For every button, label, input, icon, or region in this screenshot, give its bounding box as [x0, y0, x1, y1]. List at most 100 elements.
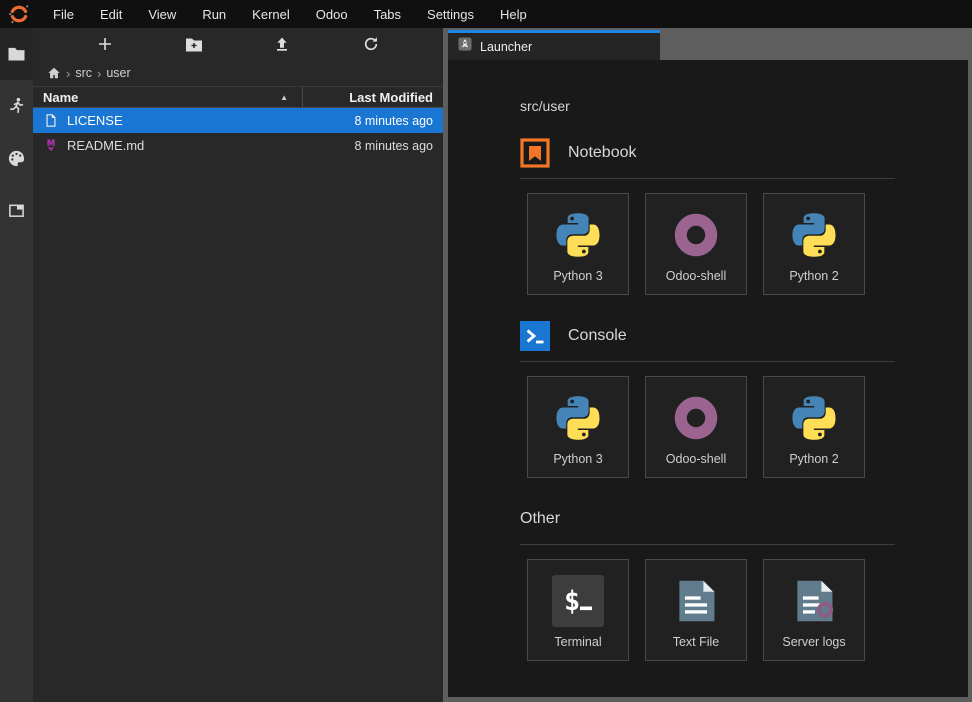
- file-row-license[interactable]: LICENSE8 minutes ago: [33, 108, 443, 133]
- column-name-label: Name: [43, 90, 78, 105]
- file-browser-toolbar: [33, 28, 443, 60]
- file-row-readme.md[interactable]: README.md8 minutes ago: [33, 133, 443, 158]
- menu-help[interactable]: Help: [487, 0, 540, 28]
- tab-bar: Launcher: [448, 30, 968, 60]
- launcher-sections: NotebookPython 3Odoo-shellPython 2Consol…: [520, 138, 968, 661]
- file-list-header: Name ▲ Last Modified: [33, 86, 443, 108]
- plus-icon: [97, 36, 113, 52]
- section-title: Notebook: [568, 144, 637, 162]
- section-header: Console: [520, 321, 895, 351]
- dock-panel: Launcher src/user Notebook Python 3 Odoo-s…: [443, 28, 972, 702]
- launcher-card-python-3[interactable]: Python 3: [527, 193, 629, 295]
- crumb-separator: ›: [66, 66, 70, 81]
- column-header-modified[interactable]: Last Modified: [303, 90, 443, 105]
- python-icon: [788, 209, 840, 261]
- launcher-card-server-logs[interactable]: Server logs: [763, 559, 865, 661]
- section-title: Console: [568, 327, 627, 345]
- section-header: Other: [520, 504, 895, 534]
- section-divider: [520, 544, 895, 545]
- menu-run[interactable]: Run: [189, 0, 239, 28]
- file-browser-panel: › src › user Name ▲ Last Modified LICENSE8 …: [33, 28, 443, 702]
- menu-odoo[interactable]: Odoo: [303, 0, 361, 28]
- launcher-panel: src/user NotebookPython 3Odoo-shellPytho…: [448, 60, 968, 697]
- console-icon: [520, 321, 550, 351]
- activity-sidebar: [0, 28, 33, 702]
- menu-tabs[interactable]: Tabs: [361, 0, 414, 28]
- jupyterlab-window: FileEditViewRunKernelOdooTabsSettingsHel…: [0, 0, 972, 702]
- python-icon: [788, 392, 840, 444]
- column-header-name[interactable]: Name ▲: [33, 87, 303, 107]
- notebook-icon: [520, 138, 550, 168]
- menu-kernel[interactable]: Kernel: [239, 0, 303, 28]
- upload-icon: [274, 36, 290, 52]
- svg-text:$: $: [564, 586, 580, 617]
- sidebar-item-open-tabs[interactable]: [0, 184, 33, 236]
- file-modified: 8 minutes ago: [303, 114, 443, 128]
- sidebar-item-running-sessions[interactable]: [0, 80, 33, 132]
- menu-items: FileEditViewRunKernelOdooTabsSettingsHel…: [40, 0, 540, 28]
- palette-icon: [7, 149, 26, 168]
- card-label: Python 3: [553, 452, 602, 466]
- menu-view[interactable]: View: [135, 0, 189, 28]
- section-notebook: Notebook Python 3 Odoo-shell Python 2: [520, 138, 895, 295]
- card-label: Server logs: [782, 635, 845, 649]
- card-label: Terminal: [554, 635, 601, 649]
- section-divider: [520, 178, 895, 179]
- breadcrumb-user[interactable]: user: [106, 66, 130, 80]
- breadcrumb: › src › user: [33, 60, 443, 86]
- launcher-cwd: src/user: [520, 98, 968, 114]
- tab-launcher[interactable]: Launcher: [448, 30, 660, 60]
- refresh-icon: [363, 36, 379, 52]
- card-grid: Python 3 Odoo-shell Python 2: [527, 193, 895, 295]
- card-grid: Python 3 Odoo-shell Python 2: [527, 376, 895, 478]
- python-icon: [552, 209, 604, 261]
- file-icon: [43, 113, 59, 129]
- sort-asc-icon: ▲: [280, 93, 288, 102]
- odoo-ring-icon: [670, 209, 722, 261]
- launcher-card-odoo-shell[interactable]: Odoo-shell: [645, 376, 747, 478]
- menu-settings[interactable]: Settings: [414, 0, 487, 28]
- new-folder-button[interactable]: [177, 31, 211, 57]
- crumb-separator: ›: [97, 66, 101, 81]
- folder-plus-icon: [185, 37, 203, 52]
- menu-file[interactable]: File: [40, 0, 87, 28]
- file-name: LICENSE: [67, 113, 303, 128]
- refresh-button[interactable]: [354, 31, 388, 57]
- file-name: README.md: [67, 138, 303, 153]
- launcher-icon: [458, 37, 472, 56]
- menu-bar: FileEditViewRunKernelOdooTabsSettingsHel…: [0, 0, 972, 28]
- python-icon: [552, 392, 604, 444]
- section-console: Console Python 3 Odoo-shell Python 2: [520, 321, 895, 478]
- menu-edit[interactable]: Edit: [87, 0, 135, 28]
- file-modified: 8 minutes ago: [303, 139, 443, 153]
- markdown-icon: [43, 138, 59, 154]
- terminal-icon: $: [552, 575, 604, 627]
- card-label: Text File: [673, 635, 720, 649]
- upload-button[interactable]: [265, 31, 299, 57]
- launcher-card-python-2[interactable]: Python 2: [763, 193, 865, 295]
- card-label: Python 2: [789, 452, 838, 466]
- textfile-icon: [670, 575, 722, 627]
- tabs-icon: [7, 202, 26, 219]
- launcher-card-terminal[interactable]: $ Terminal: [527, 559, 629, 661]
- serverlogs-icon: [788, 575, 840, 627]
- tab-launcher-label: Launcher: [480, 40, 532, 54]
- launcher-card-python-2[interactable]: Python 2: [763, 376, 865, 478]
- folder-filled-icon: [7, 46, 26, 62]
- new-launcher-button[interactable]: [88, 31, 122, 57]
- sidebar-item-file-browser[interactable]: [0, 28, 33, 80]
- launcher-card-odoo-shell[interactable]: Odoo-shell: [645, 193, 747, 295]
- card-grid: $ Terminal Text File Server logs: [527, 559, 895, 661]
- breadcrumb-src[interactable]: src: [75, 66, 92, 80]
- section-title: Other: [520, 510, 560, 528]
- runner-icon: [7, 96, 26, 116]
- card-label: Python 3: [553, 269, 602, 283]
- launcher-card-text-file[interactable]: Text File: [645, 559, 747, 661]
- odoo-sh-logo-icon: [8, 3, 30, 25]
- odoo-ring-icon: [670, 392, 722, 444]
- launcher-card-python-3[interactable]: Python 3: [527, 376, 629, 478]
- sidebar-item-commands[interactable]: [0, 132, 33, 184]
- card-label: Odoo-shell: [666, 452, 726, 466]
- card-label: Odoo-shell: [666, 269, 726, 283]
- home-icon[interactable]: [47, 66, 61, 80]
